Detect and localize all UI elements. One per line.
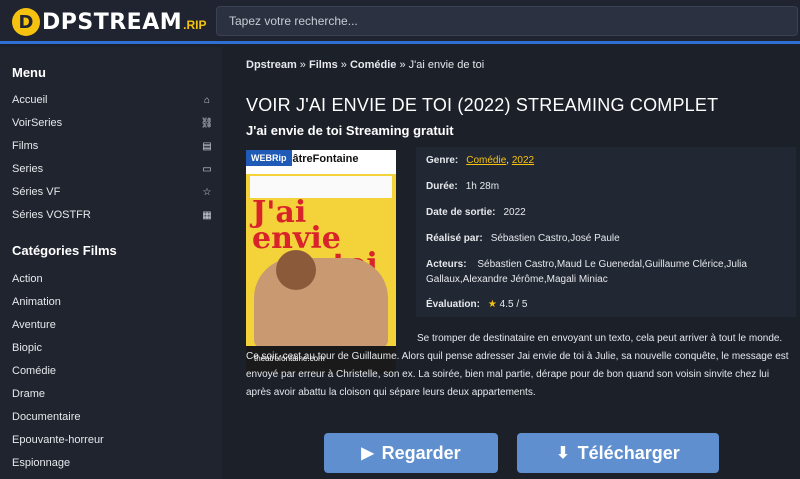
sidebar-item-series[interactable]: Series ▭	[12, 159, 214, 179]
search-input[interactable]	[216, 6, 798, 36]
info-realise-value: Sébastien Castro,José Paule	[490, 232, 620, 244]
play-icon: ▶	[361, 445, 374, 462]
top-header: D DPSTREAM .RIP	[0, 0, 800, 44]
category-aventure[interactable]: Aventure	[12, 315, 214, 335]
genre-link-2022[interactable]: 2022	[512, 155, 534, 166]
rating-star-icon: ★	[487, 298, 497, 310]
breadcrumb-films[interactable]: Films	[309, 59, 338, 71]
download-button[interactable]: ⬇ Télécharger	[517, 433, 719, 473]
info-acteurs: Acteurs: Sébastien Castro,Maud Le Guened…	[416, 251, 796, 291]
sidebar-item-series-vostfr[interactable]: Séries VOSTFR ▦	[12, 205, 214, 225]
sidebar-item-label: Séries VOSTFR	[12, 209, 91, 221]
sidebar-item-label: Séries VF	[12, 186, 61, 198]
info-evaluation: Évaluation: ★ 4.5 / 5	[416, 291, 796, 317]
category-animation[interactable]: Animation	[12, 292, 214, 312]
sidebar: Menu Accueil ⌂ VoirSeries ⛓ Films ▤ Seri…	[0, 47, 222, 479]
tv-icon: ▭	[202, 163, 212, 175]
info-genre-label: Genre:	[426, 154, 459, 166]
sidebar-item-voirseries[interactable]: VoirSeries ⛓	[12, 113, 214, 133]
menu-title: Menu	[12, 65, 46, 80]
info-acteurs-value: Acteurs: Sébastien Castro,Maud Le Guened…	[426, 257, 786, 287]
rating-text: 4.5 / 5	[499, 298, 528, 310]
main-content: Dpstream » Films » Comédie » J'ai envie …	[222, 47, 800, 479]
info-realise-label: Réalisé par:	[426, 232, 483, 244]
info-sortie-label: Date de sortie:	[426, 206, 496, 218]
info-acteurs-label: Acteurs:	[426, 259, 467, 270]
category-biopic[interactable]: Biopic	[12, 338, 214, 358]
category-comedie[interactable]: Comédie	[12, 361, 214, 381]
info-evaluation-label: Évaluation:	[426, 298, 480, 310]
info-realise: Réalisé par: Sébastien Castro,José Paule	[416, 225, 796, 251]
movie-description: Se tromper de destinataire en envoyant u…	[246, 330, 796, 402]
breadcrumb-sep: »	[337, 59, 350, 71]
categories-title: Catégories Films	[12, 243, 117, 258]
home-icon: ⌂	[203, 94, 211, 106]
download-button-label: Télécharger	[577, 442, 680, 463]
watch-button[interactable]: ▶ Regarder	[324, 433, 498, 473]
page-title: VOIR J'AI ENVIE DE TOI (2022) STREAMING …	[246, 95, 719, 115]
info-sortie-value: 2022	[503, 206, 526, 218]
info-duree: Durée: 1h 28m	[416, 173, 796, 199]
info-sortie: Date de sortie: 2022	[416, 199, 796, 225]
category-drame[interactable]: Drame	[12, 384, 214, 404]
calendar-icon: ▦	[202, 209, 212, 221]
category-action[interactable]: Action	[12, 269, 214, 289]
breadcrumb-sep: »	[396, 59, 409, 71]
breadcrumb-current: J'ai envie de toi	[408, 59, 485, 71]
info-acteurs-text: Sébastien Castro,Maud Le Guenedal,Guilla…	[426, 259, 747, 285]
category-documentaire[interactable]: Documentaire	[12, 407, 214, 427]
film-icon: ▤	[202, 140, 212, 152]
breadcrumb-genre[interactable]: Comédie	[350, 59, 396, 71]
download-icon: ⬇	[556, 445, 570, 462]
sidebar-item-label: Films	[12, 140, 39, 152]
sidebar-item-accueil[interactable]: Accueil ⌂	[12, 90, 214, 110]
info-genre: Genre: Comédie, 2022	[416, 147, 796, 173]
breadcrumb-sep: »	[296, 59, 309, 71]
sidebar-item-films[interactable]: Films ▤	[12, 136, 214, 156]
poster-title-line1: J'ai envie	[252, 195, 341, 256]
breadcrumb-home[interactable]: Dpstream	[246, 59, 297, 71]
sidebar-item-label: Accueil	[12, 94, 48, 106]
info-genre-value: Comédie, 2022	[466, 155, 534, 166]
category-espionnage[interactable]: Espionnage	[12, 453, 214, 473]
sidebar-item-series-vf[interactable]: Séries VF ☆	[12, 182, 214, 202]
breadcrumb: Dpstream » Films » Comédie » J'ai envie …	[246, 59, 484, 71]
poster-image-head	[276, 250, 316, 290]
watch-button-label: Regarder	[381, 442, 461, 463]
star-icon: ☆	[202, 186, 212, 198]
site-logo[interactable]: D DPSTREAM .RIP	[12, 8, 206, 36]
logo-text: DPSTREAM	[42, 9, 183, 35]
quality-badge: WEBRip	[246, 150, 292, 166]
logo-badge: D	[12, 8, 40, 36]
sidebar-item-label: Series	[12, 163, 44, 175]
sidebar-item-label: VoirSeries	[12, 117, 63, 129]
info-duree-value: 1h 28m	[465, 180, 500, 192]
info-duree-label: Durée:	[426, 180, 458, 192]
link-icon: ⛓	[200, 117, 214, 129]
genre-link-comedie[interactable]: Comédie	[466, 155, 506, 166]
logo-suffix: .RIP	[183, 18, 207, 32]
info-evaluation-value: ★ 4.5 / 5	[488, 299, 528, 310]
category-epouvante-horreur[interactable]: Epouvante-horreur	[12, 430, 214, 450]
description-text: Se tromper de destinataire en envoyant u…	[246, 333, 789, 398]
page-subtitle: J'ai envie de toi Streaming gratuit	[246, 123, 454, 138]
